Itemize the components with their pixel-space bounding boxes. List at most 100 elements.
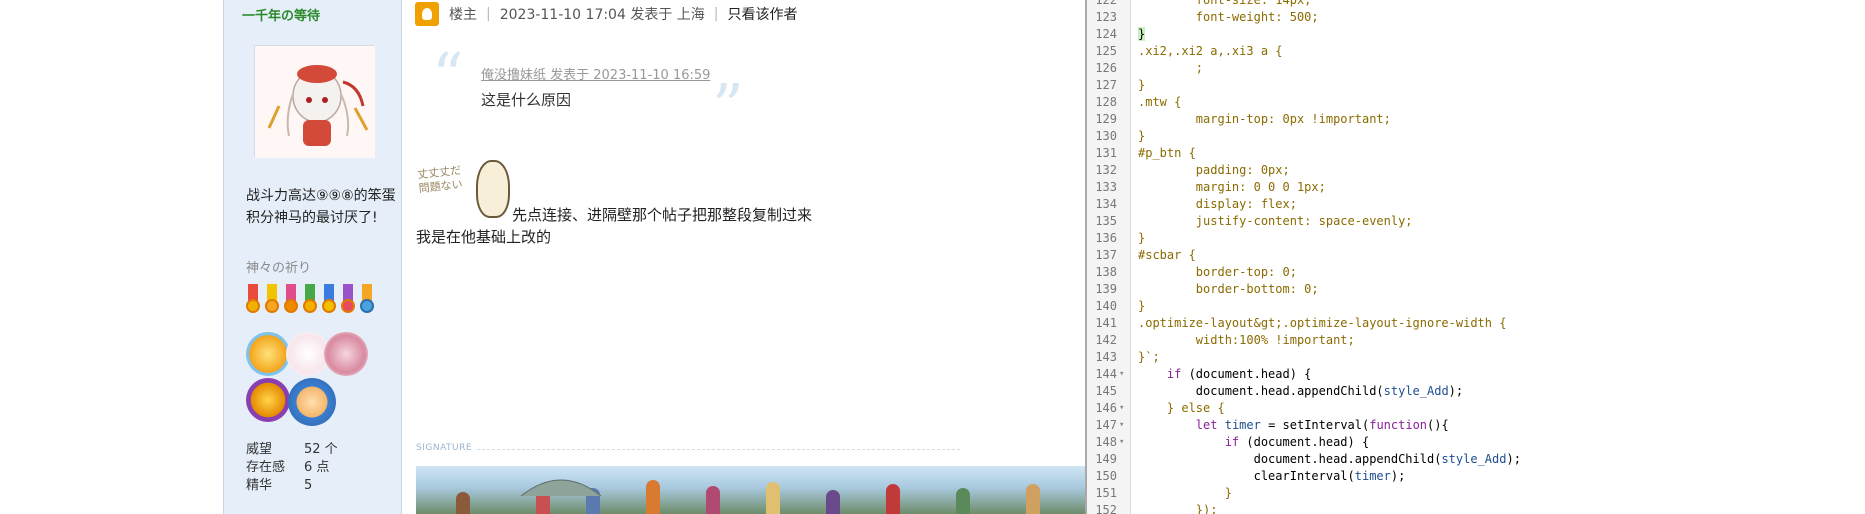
quote-text: 这是什么原因 <box>481 91 572 109</box>
code-line[interactable]: 148 ▾ if (document.head) { <box>1087 434 1865 451</box>
code-line[interactable]: 131 #p_btn { <box>1087 145 1865 162</box>
medal-icon[interactable] <box>246 284 260 318</box>
post-body-line: 先点连接、进隔壁那个帖子把那整段复制过来 <box>512 206 813 224</box>
code-line[interactable]: 135 justify-content: space-evenly; <box>1087 213 1865 230</box>
stat-presence: 存在感 6 点 <box>246 460 330 475</box>
fold-toggle-icon[interactable]: ▾ <box>1119 417 1129 434</box>
code-text: display: flex; <box>1138 197 1297 211</box>
code-text: if (document.head) { <box>1224 435 1370 449</box>
code-line[interactable]: 134 display: flex; <box>1087 196 1865 213</box>
code-line[interactable]: 133 margin: 0 0 0 1px; <box>1087 179 1865 196</box>
code-text: } <box>1138 299 1146 313</box>
line-number: 150 <box>1095 469 1117 483</box>
code-line[interactable]: 146 ▾ } else { <box>1087 400 1865 417</box>
code-line[interactable]: 149 document.head.appendChild(style_Add)… <box>1087 451 1865 468</box>
line-number: 145 <box>1095 384 1117 398</box>
code-line[interactable]: 122 font-size: 14px; <box>1087 0 1865 9</box>
line-number: 142 <box>1095 333 1117 347</box>
line-number: 136 <box>1095 231 1117 245</box>
line-number: 137 <box>1095 248 1117 262</box>
code-line[interactable]: 125 .xi2,.xi2 a,.xi3 a { <box>1087 43 1865 60</box>
code-line[interactable]: 138 border-top: 0; <box>1087 264 1865 281</box>
colg-anniversary-badge-icon[interactable] <box>246 378 290 422</box>
code-editor-panel[interactable]: 122 font-size: 14px; 123 font-weight: 500… <box>1085 0 1865 514</box>
code-line[interactable]: 132 padding: 0px; <box>1087 162 1865 179</box>
code-text: document.head.appendChild(style_Add); <box>1138 384 1464 398</box>
line-number: 151 <box>1095 486 1117 500</box>
medal-icon[interactable] <box>322 284 336 318</box>
code-line[interactable]: 136} <box>1087 230 1865 247</box>
code-text: } <box>1138 27 1146 41</box>
code-text: margin-top: 0px !important; <box>1138 112 1391 126</box>
quote-open-icon: “ <box>432 39 464 112</box>
author-bio: 战斗力高达⑨⑨⑧的笨蛋积分神马的最讨厌了! <box>246 188 396 226</box>
code-line[interactable]: 129 margin-top: 0px !important; <box>1087 111 1865 128</box>
line-number: 138 <box>1095 265 1117 279</box>
medal-icon[interactable] <box>341 284 355 318</box>
post-timestamp: 2023-11-10 17:04 发表于 上海 <box>499 7 705 23</box>
code-text: } <box>1138 78 1146 92</box>
quote-source-link[interactable]: 俺没撸妹纸 发表于 2023-11-10 16:59 <box>481 64 710 83</box>
thread-starter-icon <box>415 2 439 26</box>
code-line[interactable]: 137 #scbar { <box>1087 247 1865 264</box>
code-line[interactable]: 126 ; <box>1087 60 1865 77</box>
signature-banner-image <box>416 466 1085 514</box>
author-avatar[interactable] <box>254 45 375 158</box>
code-text: font-weight: 500; <box>1138 10 1319 24</box>
medal-row <box>246 284 391 320</box>
line-number: 152 <box>1095 503 1117 514</box>
line-number: 125 <box>1095 44 1117 58</box>
code-text: } else { <box>1138 401 1225 415</box>
character-badge-icon[interactable] <box>288 378 336 426</box>
line-number: 144 <box>1095 367 1117 381</box>
code-line[interactable]: 130} <box>1087 128 1865 145</box>
code-line[interactable]: 123 font-weight: 500; <box>1087 9 1865 26</box>
floor-label: 楼主 <box>449 7 477 23</box>
quote-close-icon: ” <box>712 70 744 143</box>
code-line[interactable]: 141 .optimize-layout&gt;.optimize-layout-… <box>1087 315 1865 332</box>
line-number: 133 <box>1095 180 1117 194</box>
medal-icon[interactable] <box>265 284 279 318</box>
author-name-link[interactable]: 一千年の等待 <box>242 5 320 24</box>
code-line[interactable]: 139 border-bottom: 0; <box>1087 281 1865 298</box>
header-separator: | <box>486 6 491 22</box>
code-line[interactable]: 144 ▾ if (document.head) { <box>1087 366 1865 383</box>
line-number: 147 <box>1095 418 1117 432</box>
gazebo-illustration <box>520 479 602 497</box>
fold-toggle-icon[interactable]: ▾ <box>1119 366 1129 383</box>
code-line[interactable]: 147 ▾ let timer = setInterval(function(){ <box>1087 417 1865 434</box>
code-line[interactable]: 140} <box>1087 298 1865 315</box>
fold-toggle-icon[interactable]: ▾ <box>1119 434 1129 451</box>
line-number: 131 <box>1095 146 1117 160</box>
line-number: 149 <box>1095 452 1117 466</box>
code-line[interactable]: 150 clearInterval(timer); <box>1087 468 1865 485</box>
medal-icon[interactable] <box>303 284 317 318</box>
sticker-caption: 丈丈丈だ 問題ない <box>416 163 464 196</box>
medal-icon[interactable] <box>360 284 374 318</box>
code-line[interactable]: 151 } <box>1087 485 1865 502</box>
code-line[interactable]: 152 }); <box>1087 502 1865 514</box>
code-text: }); <box>1138 503 1218 514</box>
medal-icon[interactable] <box>284 284 298 318</box>
code-text: clearInterval(timer); <box>1138 469 1406 483</box>
code-line[interactable]: 127} <box>1087 77 1865 94</box>
code-line[interactable]: 142 width:100% !important; <box>1087 332 1865 349</box>
code-line[interactable]: 143}`; <box>1087 349 1865 366</box>
code-line[interactable]: 124} <box>1087 26 1865 43</box>
fold-toggle-icon[interactable]: ▾ <box>1119 400 1129 417</box>
author-rank[interactable]: 神々の祈り <box>246 257 311 276</box>
avatar-illustration <box>255 46 375 158</box>
character-badge-icon[interactable] <box>324 332 368 376</box>
line-number: 134 <box>1095 197 1117 211</box>
code-text: .optimize-layout&gt;.optimize-layout-ign… <box>1138 316 1507 330</box>
only-author-link[interactable]: 只看该作者 <box>728 4 798 24</box>
code-text: font-size: 14px; <box>1138 0 1312 7</box>
stat-digest: 精华 5 <box>246 478 313 493</box>
header-separator: | <box>713 6 719 22</box>
colg-gold-badge-icon[interactable] <box>246 332 290 376</box>
code-line[interactable]: 145 document.head.appendChild(style_Add)… <box>1087 383 1865 400</box>
code-text: ; <box>1138 61 1204 75</box>
line-number: 124 <box>1095 27 1117 41</box>
line-number: 132 <box>1095 163 1117 177</box>
code-line[interactable]: 128 .mtw { <box>1087 94 1865 111</box>
